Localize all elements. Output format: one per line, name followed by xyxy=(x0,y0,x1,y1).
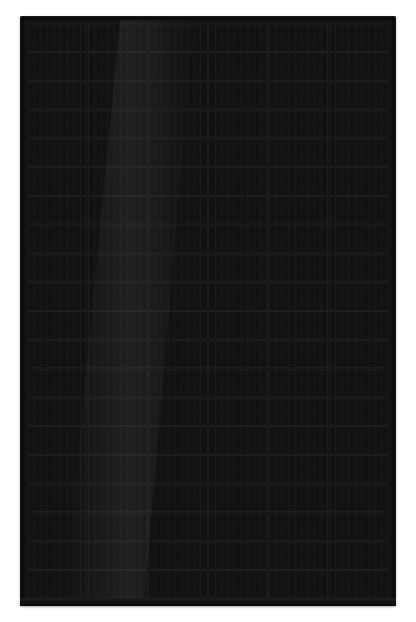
solar-cell xyxy=(329,23,389,52)
solar-cell xyxy=(148,455,208,484)
solar-cell xyxy=(27,81,87,110)
solar-cell xyxy=(268,138,328,167)
solar-cell xyxy=(208,455,268,484)
solar-cell xyxy=(148,512,208,541)
solar-cell xyxy=(329,340,389,369)
solar-cell xyxy=(329,81,389,110)
solar-cell xyxy=(329,110,389,138)
solar-cell xyxy=(329,253,389,282)
solar-cell xyxy=(268,23,328,52)
solar-cell xyxy=(268,253,328,282)
solar-cell xyxy=(208,196,268,225)
solar-cell xyxy=(268,512,328,541)
solar-cell xyxy=(208,340,268,369)
solar-cell xyxy=(329,512,389,541)
solar-cell xyxy=(208,23,268,52)
solar-cell xyxy=(208,484,268,512)
solar-cell xyxy=(268,52,328,81)
solar-cell xyxy=(268,455,328,484)
solar-cell xyxy=(329,311,389,340)
solar-cell xyxy=(208,138,268,167)
solar-cell xyxy=(329,541,389,570)
solar-cell xyxy=(268,167,328,196)
solar-cell xyxy=(329,225,389,253)
solar-cell xyxy=(268,282,328,311)
solar-cell xyxy=(329,397,389,426)
solar-cell xyxy=(27,110,87,138)
solar-panel-frame-bottom xyxy=(20,598,396,606)
solar-cell xyxy=(27,340,87,369)
solar-cell xyxy=(27,23,87,52)
solar-cell xyxy=(27,253,87,282)
solar-cell xyxy=(329,52,389,81)
solar-cell xyxy=(208,311,268,340)
solar-cell xyxy=(27,196,87,225)
solar-cell xyxy=(208,570,268,599)
solar-cell-grid xyxy=(24,20,392,602)
solar-cell xyxy=(329,282,389,311)
solar-cell xyxy=(148,541,208,570)
solar-cell xyxy=(329,167,389,196)
solar-cell xyxy=(27,167,87,196)
solar-cell xyxy=(268,196,328,225)
solar-cell xyxy=(329,369,389,397)
solar-cell xyxy=(208,52,268,81)
solar-cell xyxy=(268,81,328,110)
solar-cell xyxy=(329,484,389,512)
solar-cell xyxy=(329,138,389,167)
solar-cell xyxy=(27,426,87,455)
solar-cell xyxy=(208,81,268,110)
solar-panel-surface xyxy=(24,20,392,602)
solar-cell xyxy=(148,484,208,512)
solar-cell xyxy=(208,541,268,570)
solar-cell xyxy=(329,455,389,484)
solar-cell xyxy=(208,225,268,253)
solar-cell xyxy=(27,369,87,397)
solar-cell xyxy=(208,110,268,138)
image-stage xyxy=(0,0,416,622)
solar-cell xyxy=(208,512,268,541)
solar-cell xyxy=(208,426,268,455)
solar-cell xyxy=(268,541,328,570)
solar-cell xyxy=(329,196,389,225)
solar-cell xyxy=(208,253,268,282)
solar-cell xyxy=(148,570,208,599)
solar-cell xyxy=(27,397,87,426)
solar-cell xyxy=(27,138,87,167)
solar-cell xyxy=(268,397,328,426)
solar-cell xyxy=(329,570,389,599)
solar-cell xyxy=(268,570,328,599)
solar-cell xyxy=(268,225,328,253)
solar-cell xyxy=(208,282,268,311)
solar-cell xyxy=(27,52,87,81)
solar-cell xyxy=(208,167,268,196)
solar-cell xyxy=(329,426,389,455)
solar-cell xyxy=(268,340,328,369)
solar-cell xyxy=(208,369,268,397)
solar-cell xyxy=(27,282,87,311)
solar-cell xyxy=(268,369,328,397)
solar-cell xyxy=(268,484,328,512)
solar-cell xyxy=(268,110,328,138)
solar-cell xyxy=(27,311,87,340)
solar-cell xyxy=(27,225,87,253)
solar-cell xyxy=(208,397,268,426)
solar-cell xyxy=(268,426,328,455)
solar-cell xyxy=(268,311,328,340)
